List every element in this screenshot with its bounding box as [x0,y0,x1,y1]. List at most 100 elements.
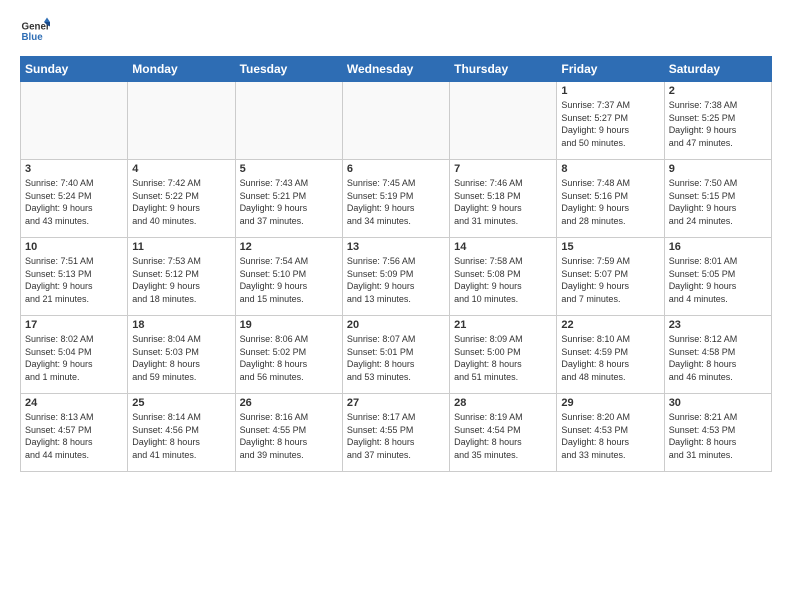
day-info: Sunrise: 8:07 AMSunset: 5:01 PMDaylight:… [347,333,445,383]
day-number: 4 [132,163,230,175]
day-info: Sunrise: 8:12 AMSunset: 4:58 PMDaylight:… [669,333,767,383]
week-row-1: 3 Sunrise: 7:40 AMSunset: 5:24 PMDaylight… [21,160,772,238]
day-number: 7 [454,163,552,175]
day-info: Sunrise: 7:50 AMSunset: 5:15 PMDaylight:… [669,177,767,227]
day-number: 8 [561,163,659,175]
header-thursday: Thursday [450,57,557,82]
day-number: 16 [669,241,767,253]
day-number: 2 [669,85,767,97]
day-number: 30 [669,397,767,409]
calendar-cell: 18 Sunrise: 8:04 AMSunset: 5:03 PMDayligh… [128,316,235,394]
day-info: Sunrise: 8:21 AMSunset: 4:53 PMDaylight:… [669,411,767,461]
day-number: 29 [561,397,659,409]
calendar-cell: 8 Sunrise: 7:48 AMSunset: 5:16 PMDaylight… [557,160,664,238]
day-number: 1 [561,85,659,97]
day-info: Sunrise: 7:53 AMSunset: 5:12 PMDaylight:… [132,255,230,305]
calendar-cell: 30 Sunrise: 8:21 AMSunset: 4:53 PMDayligh… [664,394,771,472]
day-number: 17 [25,319,123,331]
day-number: 25 [132,397,230,409]
day-info: Sunrise: 7:54 AMSunset: 5:10 PMDaylight:… [240,255,338,305]
day-info: Sunrise: 7:48 AMSunset: 5:16 PMDaylight:… [561,177,659,227]
day-info: Sunrise: 8:09 AMSunset: 5:00 PMDaylight:… [454,333,552,383]
calendar-cell [342,82,449,160]
day-number: 12 [240,241,338,253]
day-info: Sunrise: 7:40 AMSunset: 5:24 PMDaylight:… [25,177,123,227]
day-number: 9 [669,163,767,175]
day-info: Sunrise: 8:06 AMSunset: 5:02 PMDaylight:… [240,333,338,383]
day-number: 27 [347,397,445,409]
day-info: Sunrise: 8:20 AMSunset: 4:53 PMDaylight:… [561,411,659,461]
week-row-3: 17 Sunrise: 8:02 AMSunset: 5:04 PMDayligh… [21,316,772,394]
calendar-cell: 29 Sunrise: 8:20 AMSunset: 4:53 PMDayligh… [557,394,664,472]
calendar-cell: 14 Sunrise: 7:58 AMSunset: 5:08 PMDayligh… [450,238,557,316]
calendar-cell: 10 Sunrise: 7:51 AMSunset: 5:13 PMDayligh… [21,238,128,316]
calendar-cell: 11 Sunrise: 7:53 AMSunset: 5:12 PMDayligh… [128,238,235,316]
day-number: 10 [25,241,123,253]
calendar-cell: 25 Sunrise: 8:14 AMSunset: 4:56 PMDayligh… [128,394,235,472]
calendar-cell: 16 Sunrise: 8:01 AMSunset: 5:05 PMDayligh… [664,238,771,316]
day-info: Sunrise: 7:42 AMSunset: 5:22 PMDaylight:… [132,177,230,227]
day-number: 26 [240,397,338,409]
calendar-cell: 20 Sunrise: 8:07 AMSunset: 5:01 PMDayligh… [342,316,449,394]
header-sunday: Sunday [21,57,128,82]
day-info: Sunrise: 8:19 AMSunset: 4:54 PMDaylight:… [454,411,552,461]
week-row-4: 24 Sunrise: 8:13 AMSunset: 4:57 PMDayligh… [21,394,772,472]
day-info: Sunrise: 7:46 AMSunset: 5:18 PMDaylight:… [454,177,552,227]
calendar-cell: 3 Sunrise: 7:40 AMSunset: 5:24 PMDaylight… [21,160,128,238]
calendar-cell: 13Sunrise: 7:56 AMSunset: 5:09 PMDayligh… [342,238,449,316]
day-number: 18 [132,319,230,331]
calendar-cell [235,82,342,160]
day-number: 11 [132,241,230,253]
header-wednesday: Wednesday [342,57,449,82]
day-number: 19 [240,319,338,331]
svg-text:Blue: Blue [22,32,44,43]
calendar-cell: 28 Sunrise: 8:19 AMSunset: 4:54 PMDayligh… [450,394,557,472]
day-info: Sunrise: 7:51 AMSunset: 5:13 PMDaylight:… [25,255,123,305]
calendar-cell: 7 Sunrise: 7:46 AMSunset: 5:18 PMDaylight… [450,160,557,238]
calendar-cell [21,82,128,160]
header-tuesday: Tuesday [235,57,342,82]
day-info: Sunrise: 8:13 AMSunset: 4:57 PMDaylight:… [25,411,123,461]
week-row-0: 1 Sunrise: 7:37 AMSunset: 5:27 PMDaylight… [21,82,772,160]
calendar-cell [450,82,557,160]
day-info: Sunrise: 7:45 AMSunset: 5:19 PMDaylight:… [347,177,445,227]
day-info: Sunrise: 7:37 AMSunset: 5:27 PMDaylight:… [561,99,659,149]
day-number: 14 [454,241,552,253]
calendar-cell: 17 Sunrise: 8:02 AMSunset: 5:04 PMDayligh… [21,316,128,394]
day-info: Sunrise: 7:58 AMSunset: 5:08 PMDaylight:… [454,255,552,305]
day-number: 28 [454,397,552,409]
calendar-cell: 22Sunrise: 8:10 AMSunset: 4:59 PMDayligh… [557,316,664,394]
header-saturday: Saturday [664,57,771,82]
day-number: 20 [347,319,445,331]
day-info: Sunrise: 7:59 AMSunset: 5:07 PMDaylight:… [561,255,659,305]
logo-icon: General Blue [20,16,50,46]
calendar-cell: 27 Sunrise: 8:17 AMSunset: 4:55 PMDayligh… [342,394,449,472]
page: General Blue SundayMondayTuesdayWednesda… [0,0,792,482]
day-info: Sunrise: 7:38 AMSunset: 5:25 PMDaylight:… [669,99,767,149]
calendar-cell: 12 Sunrise: 7:54 AMSunset: 5:10 PMDayligh… [235,238,342,316]
day-info: Sunrise: 7:56 AMSunset: 5:09 PMDaylight:… [347,255,445,305]
day-info: Sunrise: 8:14 AMSunset: 4:56 PMDaylight:… [132,411,230,461]
calendar-cell: 26 Sunrise: 8:16 AMSunset: 4:55 PMDayligh… [235,394,342,472]
day-number: 24 [25,397,123,409]
calendar-cell: 1 Sunrise: 7:37 AMSunset: 5:27 PMDaylight… [557,82,664,160]
calendar-cell: 21 Sunrise: 8:09 AMSunset: 5:00 PMDayligh… [450,316,557,394]
calendar-cell: 4 Sunrise: 7:42 AMSunset: 5:22 PMDaylight… [128,160,235,238]
day-number: 3 [25,163,123,175]
calendar-cell: 2 Sunrise: 7:38 AMSunset: 5:25 PMDaylight… [664,82,771,160]
day-number: 21 [454,319,552,331]
calendar-cell: 5Sunrise: 7:43 AMSunset: 5:21 PMDaylight… [235,160,342,238]
day-info: Sunrise: 8:01 AMSunset: 5:05 PMDaylight:… [669,255,767,305]
calendar-cell: 9 Sunrise: 7:50 AMSunset: 5:15 PMDaylight… [664,160,771,238]
calendar-cell [128,82,235,160]
day-info: Sunrise: 8:02 AMSunset: 5:04 PMDaylight:… [25,333,123,383]
calendar-cell: 24 Sunrise: 8:13 AMSunset: 4:57 PMDayligh… [21,394,128,472]
day-info: Sunrise: 8:04 AMSunset: 5:03 PMDaylight:… [132,333,230,383]
day-info: Sunrise: 8:17 AMSunset: 4:55 PMDaylight:… [347,411,445,461]
header-friday: Friday [557,57,664,82]
day-info: Sunrise: 8:10 AMSunset: 4:59 PMDaylight:… [561,333,659,383]
day-info: Sunrise: 8:16 AMSunset: 4:55 PMDaylight:… [240,411,338,461]
day-number: 6 [347,163,445,175]
week-row-2: 10 Sunrise: 7:51 AMSunset: 5:13 PMDayligh… [21,238,772,316]
day-number: 23 [669,319,767,331]
